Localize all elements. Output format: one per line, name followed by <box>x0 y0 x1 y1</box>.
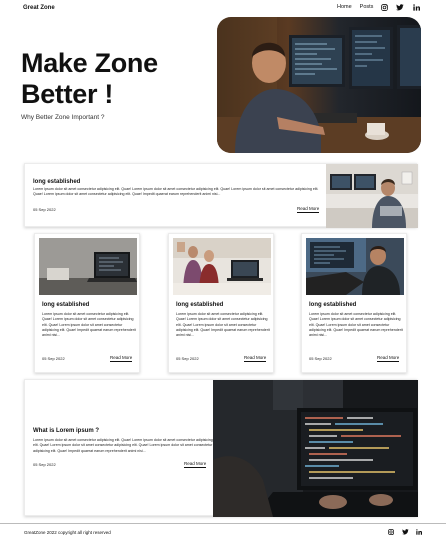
card-date: 05 Sep 2022 <box>176 356 199 361</box>
card-body: Lorem ipsum dolor sit amet consectetur a… <box>176 312 270 338</box>
card-image <box>39 238 137 295</box>
linkedin-icon[interactable] <box>412 3 420 11</box>
linkedin-icon[interactable] <box>415 528 423 536</box>
hero-title-line1: Make Zone <box>21 48 158 78</box>
hero-subtitle: Why Better Zone Important ? <box>21 114 105 121</box>
post-card-small-1[interactable]: long established Lorem ipsum dolor sit a… <box>34 233 140 373</box>
card-image <box>306 238 404 295</box>
hero-title: Make Zone Better ! <box>21 48 158 110</box>
top-navbar: Great Zone Home Posts <box>0 0 446 18</box>
card-date: 05 Sep 2022 <box>33 462 56 467</box>
brand-logo[interactable]: Great Zone <box>23 5 55 11</box>
card-image <box>213 380 418 517</box>
post-card-small-2[interactable]: long established Lorem ipsum dolor sit a… <box>168 233 274 373</box>
card-body: Lorem ipsum dolor sit amet consectetur a… <box>33 187 319 197</box>
read-more-link[interactable]: Read More <box>244 355 267 362</box>
card-image <box>326 164 418 228</box>
card-body: Lorem ipsum dolor sit amet consectetur a… <box>33 438 213 453</box>
read-more-link[interactable]: Read More <box>297 206 320 213</box>
nav-link-home[interactable]: Home <box>337 4 352 10</box>
card-title: long established <box>42 302 90 308</box>
card-title: What is Lorem ipsum ? <box>33 428 100 434</box>
twitter-icon[interactable] <box>396 3 404 11</box>
read-more-link[interactable]: Read More <box>184 461 207 468</box>
card-title: long established <box>309 302 357 308</box>
card-image <box>173 238 271 295</box>
card-title: long established <box>33 179 81 185</box>
instagram-icon[interactable] <box>380 3 388 11</box>
footer-copyright: GreatZone 2022 copyright all right reser… <box>24 530 111 535</box>
footer-social-icons <box>387 528 423 536</box>
hero-image <box>217 17 421 153</box>
nav-link-posts[interactable]: Posts <box>360 4 374 10</box>
card-title: long established <box>176 302 224 308</box>
card-body: Lorem ipsum dolor sit amet consectetur a… <box>42 312 136 338</box>
footer-divider <box>0 523 446 524</box>
twitter-icon[interactable] <box>401 528 409 536</box>
hero-title-line2: Better ! <box>21 79 114 109</box>
post-card-small-3[interactable]: long established Lorem ipsum dolor sit a… <box>301 233 407 373</box>
card-body: Lorem ipsum dolor sit amet consectetur a… <box>309 312 403 338</box>
nav-social-icons <box>380 3 420 11</box>
post-card-wide-1[interactable]: long established Lorem ipsum dolor sit a… <box>24 163 418 228</box>
card-date: 05 Sep 2022 <box>42 356 65 361</box>
read-more-link[interactable]: Read More <box>377 355 400 362</box>
card-date: 05 Sep 2022 <box>309 356 332 361</box>
read-more-link[interactable]: Read More <box>110 355 133 362</box>
nav-links: Home Posts <box>337 4 373 10</box>
post-card-wide-2[interactable]: What is Lorem ipsum ? Lorem ipsum dolor … <box>24 379 418 517</box>
card-date: 05 Sep 2022 <box>33 207 56 212</box>
instagram-icon[interactable] <box>387 528 395 536</box>
